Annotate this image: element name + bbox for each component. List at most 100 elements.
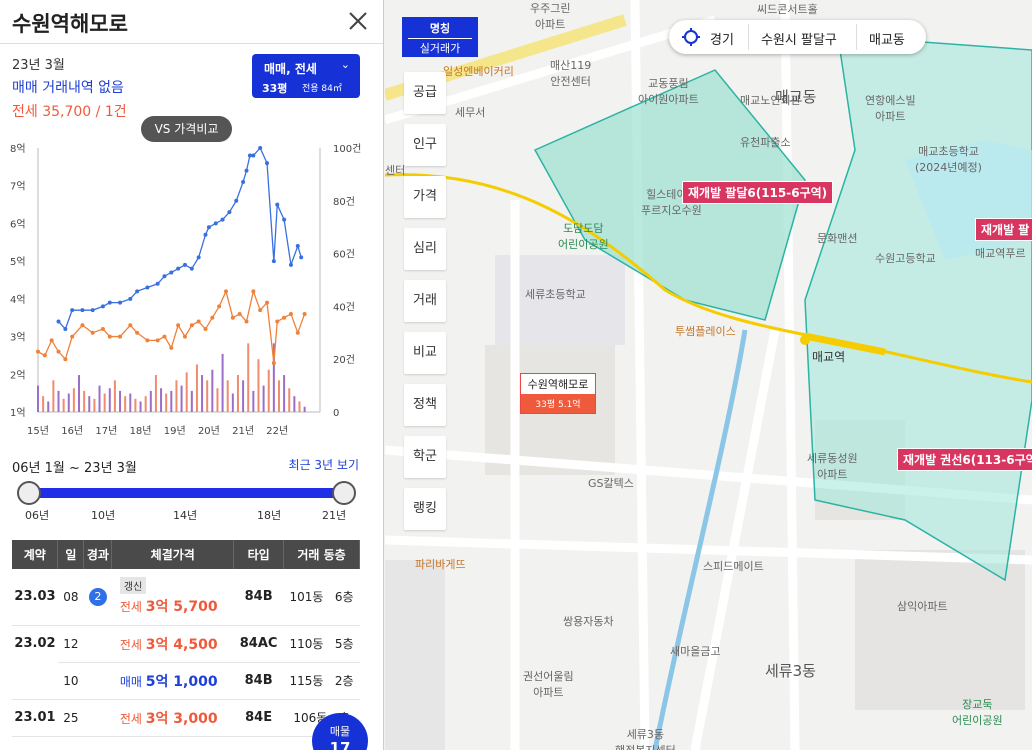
map-label: 장교둑 어린이공원 xyxy=(952,698,1003,727)
series-point xyxy=(100,304,105,309)
y-left-tick-label: 5억 xyxy=(10,256,26,268)
crosshair-icon[interactable] xyxy=(682,28,700,46)
redev-zone-label[interactable]: 재개발 팔 xyxy=(975,218,1032,241)
series-point xyxy=(128,323,133,328)
volume-bar xyxy=(165,393,168,412)
contract-day: 12 xyxy=(57,625,84,663)
selected-apartment-marker[interactable]: 수원역해모로 33평 5.1억 xyxy=(520,373,596,414)
range-slider-track[interactable] xyxy=(28,488,344,498)
recent-3y-button[interactable]: 최근 3년 보기 xyxy=(289,456,359,473)
col-elapsed[interactable]: 경과 xyxy=(83,540,113,569)
series-point xyxy=(251,153,256,158)
x-tick-label: 22년 xyxy=(266,425,288,437)
volume-bar xyxy=(242,380,245,412)
table-row[interactable]: 23.01 25 전세 3억 3,000 84E 106동 층 xyxy=(12,699,360,737)
range-start-handle[interactable] xyxy=(17,481,41,505)
close-icon[interactable] xyxy=(347,10,369,32)
series-point xyxy=(288,311,293,316)
menu-trade[interactable]: 거래 xyxy=(404,280,446,322)
volume-bar xyxy=(67,393,70,412)
map-label: 교동풍림 아이원아파트 xyxy=(638,77,699,106)
redev-zone-label[interactable]: 재개발 팔달6(115-6구역) xyxy=(682,181,834,204)
type-cell: 84E xyxy=(233,699,284,737)
name-price-toggle[interactable]: 명칭 실거래가 xyxy=(402,17,478,57)
map-label: 세류동성원 아파트 xyxy=(807,452,858,481)
floor: 6층 xyxy=(334,590,354,605)
map-view[interactable]: 매산119 안전센터 교동풍림 아이원아파트 매교노인회관 연항에스빌 아파트 … xyxy=(385,0,1032,750)
type-cell: 84B xyxy=(233,569,284,626)
series-point xyxy=(213,221,218,226)
col-dong-floor[interactable]: 거래 동층 xyxy=(283,540,360,569)
listings-label: 매물 xyxy=(329,725,351,738)
volume-bar xyxy=(252,390,255,412)
price-cell: 매매 5억 1,000 xyxy=(111,662,234,700)
menu-sentiment[interactable]: 심리 xyxy=(404,228,446,270)
table-row[interactable]: 10 매매 5억 1,000 84B 115동 2층 xyxy=(12,662,360,700)
series-point xyxy=(182,334,187,339)
series-point xyxy=(247,153,252,158)
series-point xyxy=(244,319,249,324)
size-label: 33평 xyxy=(262,82,288,95)
volume-bar xyxy=(57,390,60,412)
volume-bar xyxy=(231,393,234,412)
menu-population[interactable]: 인구 xyxy=(404,124,446,166)
map-label: 새마을금고 xyxy=(670,645,721,658)
volume-bar xyxy=(277,380,280,412)
map-label: 권선어울림 아파트 xyxy=(523,670,574,699)
series-point xyxy=(258,308,263,313)
volume-bar xyxy=(195,364,198,412)
type-select-button[interactable]: 매매, 전세 ⌄ 33평 전용 84㎡ xyxy=(252,54,360,98)
y-right-tick-label: 20건 xyxy=(333,354,355,366)
redev-zone-label[interactable]: 재개발 권선6(113-6구역) xyxy=(897,448,1032,471)
contract-day: 25 xyxy=(57,699,84,737)
volume-bar xyxy=(170,390,173,412)
menu-price[interactable]: 가격 xyxy=(404,176,446,218)
series-point xyxy=(224,289,228,294)
series-point xyxy=(56,349,61,354)
series-point xyxy=(210,315,215,320)
menu-supply[interactable]: 공급 xyxy=(404,72,446,114)
city-button[interactable]: 수원시 팔달구 xyxy=(761,29,837,48)
series-point xyxy=(155,281,160,286)
col-day[interactable]: 일 xyxy=(57,540,85,569)
menu-school[interactable]: 학군 xyxy=(404,436,446,478)
chevron-down-icon: ⌄ xyxy=(340,58,350,71)
range-end-handle[interactable] xyxy=(332,481,356,505)
volume-bar xyxy=(185,372,188,412)
slider-tick: 21년 xyxy=(322,509,347,522)
series-point xyxy=(237,311,242,316)
series-point xyxy=(295,244,300,249)
region-button[interactable]: 경기 xyxy=(710,29,734,48)
col-contract[interactable]: 계약 xyxy=(12,540,59,569)
renewal-tag: 갱신 xyxy=(119,577,147,595)
map-label: 씨드콘서트홀 xyxy=(757,3,818,16)
series-point xyxy=(70,334,75,339)
menu-compare[interactable]: 비교 xyxy=(404,332,446,374)
table-row[interactable]: 23.03 08 2 갱신 전세 3억 5,700 84B 101동 6층 xyxy=(12,569,360,626)
series-point xyxy=(36,349,40,354)
marker-name: 수원역해모로 xyxy=(527,378,589,391)
menu-ranking[interactable]: 랭킹 xyxy=(404,488,446,530)
dong-button[interactable]: 매교동 xyxy=(869,29,905,48)
series-point xyxy=(258,146,263,150)
map-label: 매산119 안전센터 xyxy=(550,59,592,88)
volume-bar xyxy=(93,398,96,412)
series-line xyxy=(58,146,302,331)
volume-bar xyxy=(83,390,86,412)
volume-bar xyxy=(298,401,301,412)
elapsed-cell xyxy=(83,625,112,663)
volume-bar xyxy=(154,375,157,412)
menu-policy[interactable]: 정책 xyxy=(404,384,446,426)
col-type[interactable]: 타입 xyxy=(233,540,285,569)
area-label: 전용 84㎡ xyxy=(302,84,342,94)
series-point xyxy=(275,319,280,324)
dong-floor-cell: 115동 2층 xyxy=(283,662,360,700)
contract-month: 23.03 xyxy=(12,569,58,626)
volume-bar xyxy=(160,388,163,412)
col-price[interactable]: 체결가격 xyxy=(111,540,235,569)
volume-bar xyxy=(129,393,132,412)
volume-bar xyxy=(247,343,250,412)
series-point xyxy=(63,357,68,362)
table-row[interactable]: 23.02 12 전세 3억 4,500 84AC 110동 5층 xyxy=(12,625,360,700)
type-label: 매매, 전세 xyxy=(264,62,317,76)
